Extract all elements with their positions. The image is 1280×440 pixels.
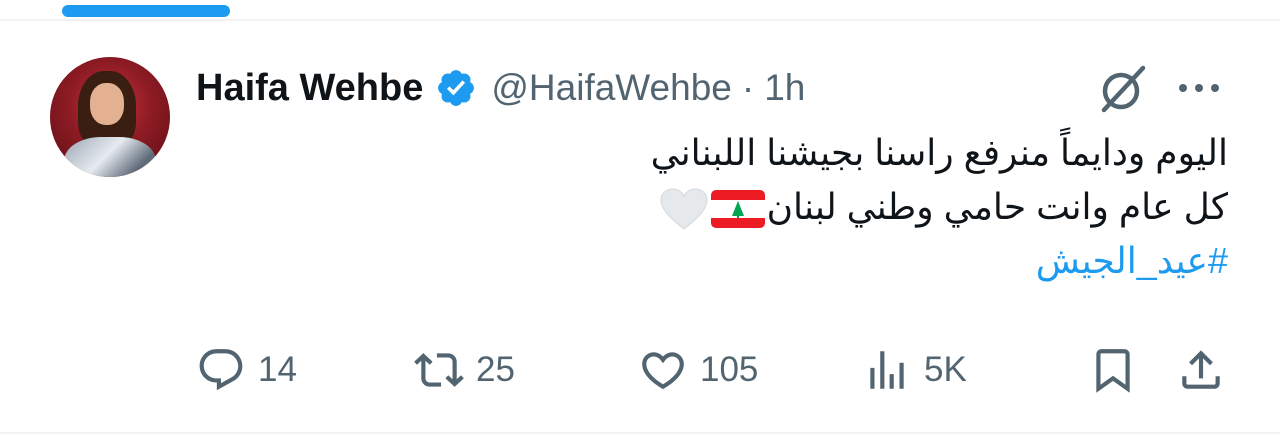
tweet-line-2-wrapper: كل عام وانت حامي وطني لبنان (248, 180, 1228, 234)
bottom-divider (0, 432, 1280, 434)
retweet-button[interactable]: 25 (414, 340, 515, 400)
author-handle[interactable]: @HaifaWehbe (491, 67, 732, 109)
author-name[interactable]: Haifa Wehbe (196, 67, 423, 110)
tweet-text: اليوم ودايماً منرفع راسنا بجيشنا اللبنان… (248, 126, 1228, 288)
more-options-icon[interactable] (1173, 70, 1225, 106)
views-icon (870, 351, 904, 389)
bookmark-icon (1096, 349, 1130, 393)
hashtag-link[interactable]: #عيد_الجيش (248, 234, 1228, 288)
retweet-icon (414, 353, 464, 387)
reply-count: 14 (258, 350, 297, 389)
heart-icon (642, 352, 684, 390)
share-button[interactable] (1176, 340, 1226, 400)
tweet-line-2: كل عام وانت حامي وطني لبنان (766, 186, 1228, 227)
active-tab-indicator (62, 5, 230, 17)
like-button[interactable]: 105 (638, 340, 758, 400)
separator-dot: · (741, 67, 755, 108)
share-icon (1182, 350, 1220, 389)
white-heart-icon (660, 188, 708, 231)
avatar[interactable] (50, 57, 170, 177)
like-count: 105 (700, 350, 759, 389)
verified-badge-icon[interactable] (435, 67, 477, 109)
retweet-count: 25 (476, 350, 515, 389)
views-button[interactable]: 5K (862, 340, 967, 400)
tweet-header: Haifa Wehbe @HaifaWehbe · 1h (196, 66, 805, 110)
lebanon-flag-icon (710, 190, 765, 229)
views-count: 5K (924, 350, 967, 389)
reply-button[interactable]: 14 (196, 340, 297, 400)
grok-icon[interactable] (1097, 62, 1149, 114)
top-divider (0, 19, 1280, 21)
reply-icon (199, 349, 243, 391)
timestamp[interactable]: 1h (764, 67, 805, 109)
bookmark-button[interactable] (1088, 340, 1138, 400)
tweet-actions: 14 25 105 5K (0, 340, 1280, 400)
tweet-line-1: اليوم ودايماً منرفع راسنا بجيشنا اللبنان… (650, 132, 1228, 173)
